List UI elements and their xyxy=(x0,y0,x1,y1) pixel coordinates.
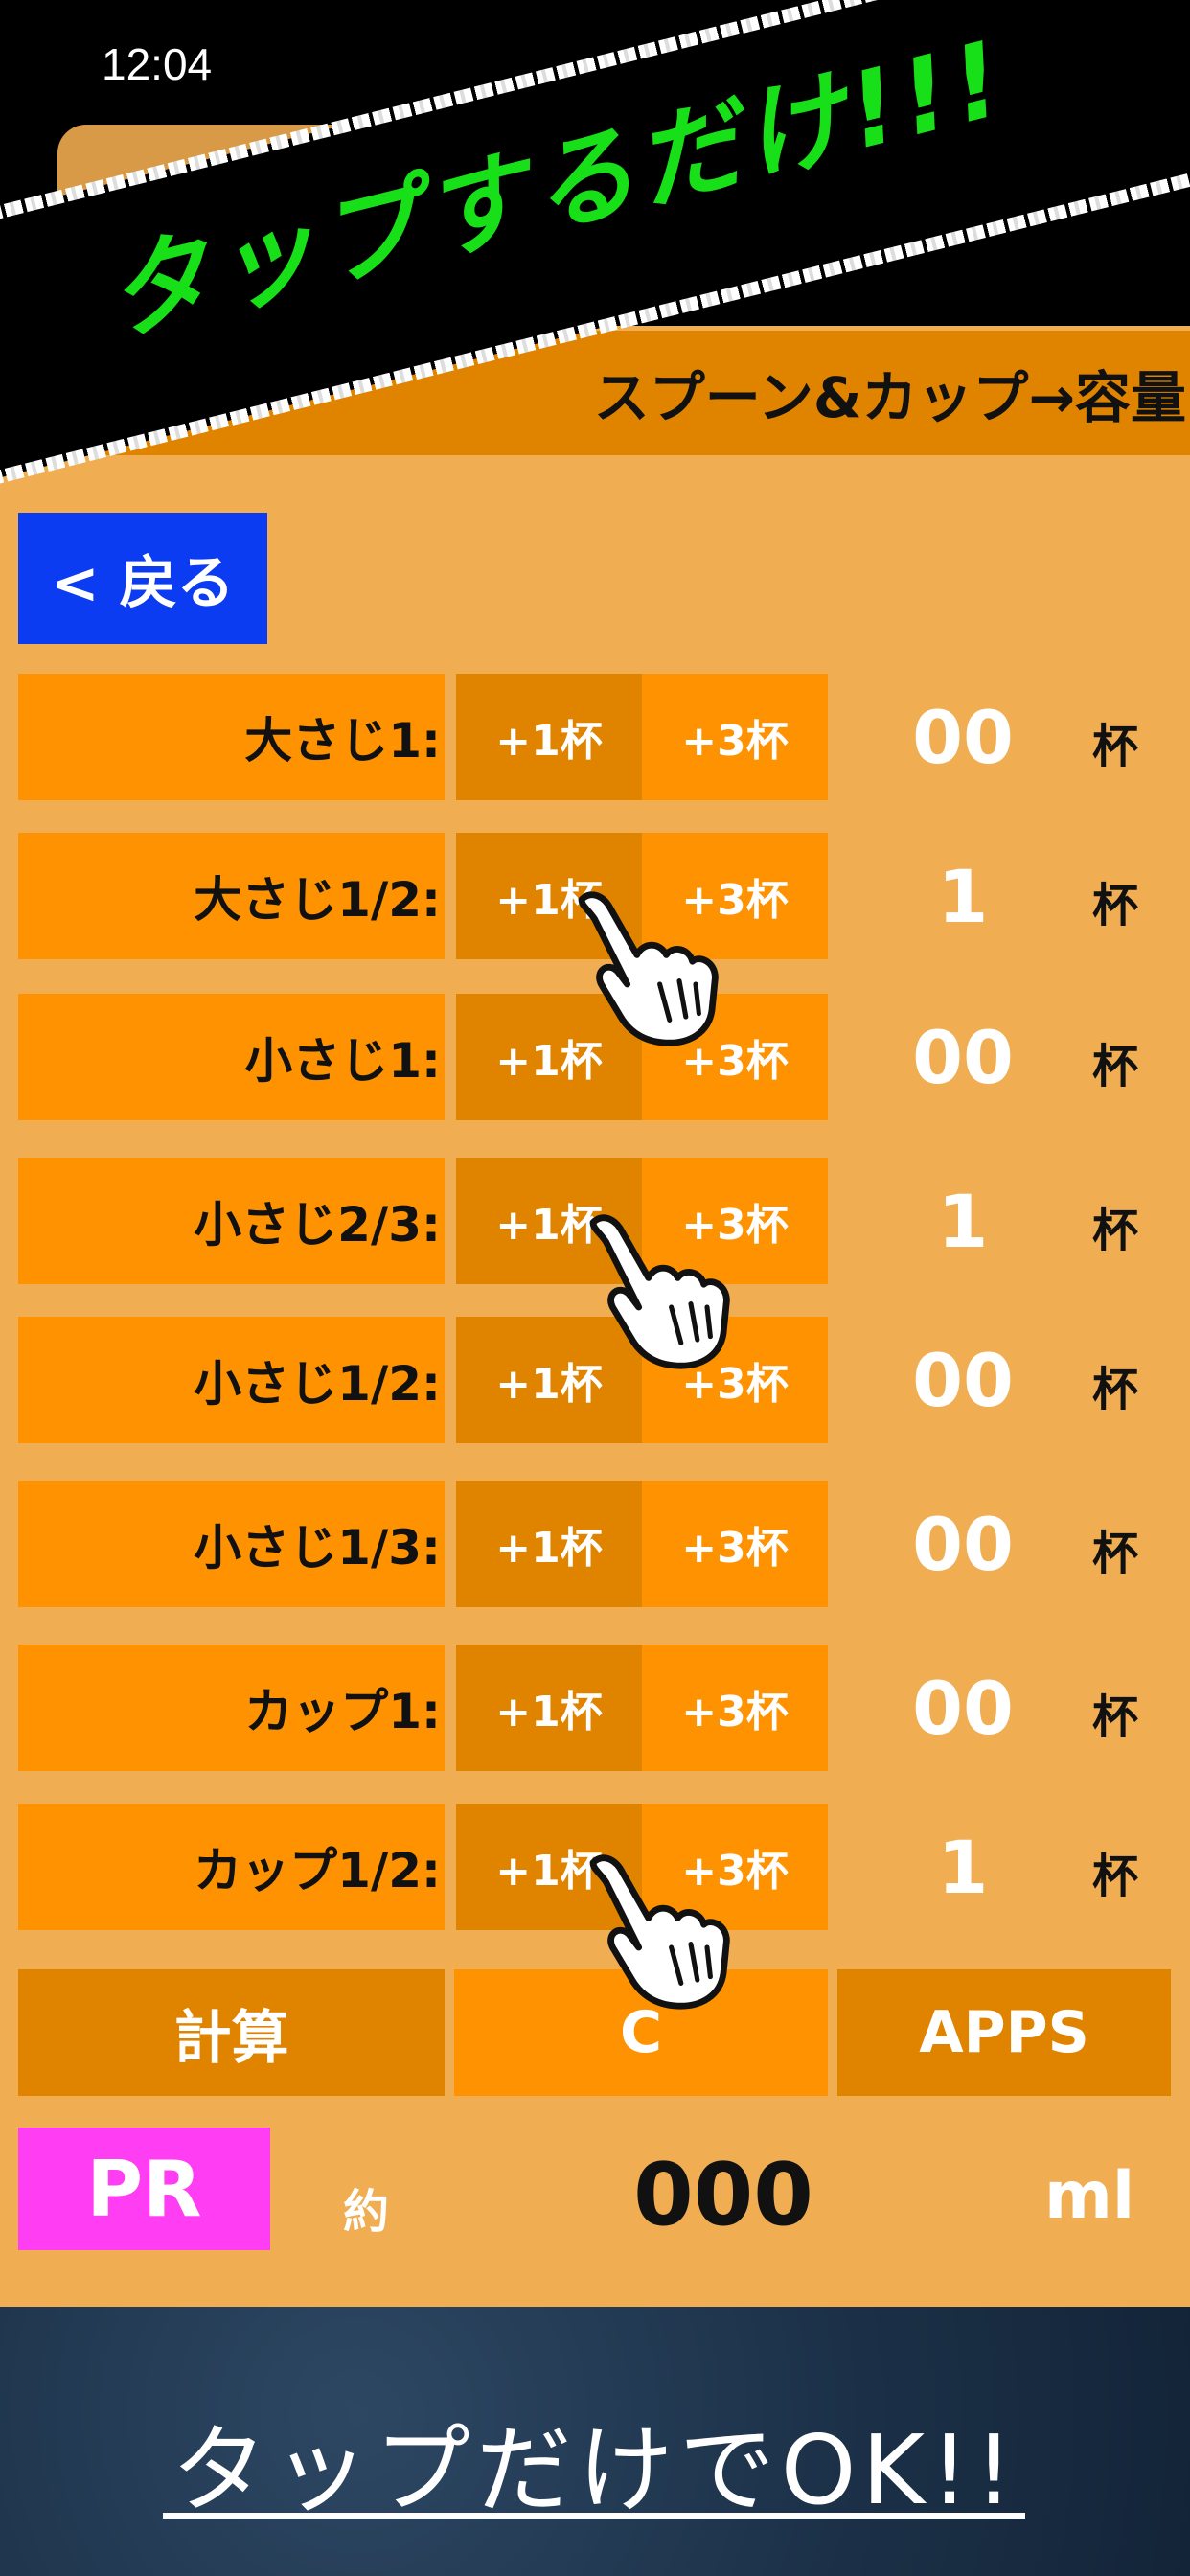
row-count: 00 xyxy=(912,1337,1014,1423)
status-time: 12:04 xyxy=(102,39,213,89)
row-label: 大さじ1: xyxy=(18,674,445,800)
row-tbsp-1: 大さじ1: +1杯 +3杯 00 杯 xyxy=(0,674,1190,800)
row-count: 1 xyxy=(937,1178,989,1264)
row-label: 小さじ1/2: xyxy=(18,1317,445,1443)
row-tsp-third: 小さじ1/3: +1杯 +3杯 00 杯 xyxy=(0,1481,1190,1607)
row-unit: 杯 xyxy=(1092,1040,1139,1093)
plus3-button[interactable]: +3杯 xyxy=(642,1644,828,1771)
back-button[interactable]: < 戻る xyxy=(18,513,267,644)
plus1-button[interactable]: +1杯 xyxy=(456,1644,642,1771)
row-label: 小さじ1/3: xyxy=(18,1481,445,1607)
row-count: 1 xyxy=(937,1824,989,1910)
row-label: 大さじ1/2: xyxy=(18,833,445,959)
tap-hand-icon xyxy=(589,1854,730,2010)
tap-hand-icon xyxy=(578,891,719,1046)
row-label: カップ1: xyxy=(18,1644,445,1771)
result-unit: ml xyxy=(1044,2158,1135,2234)
row-label: 小さじ1: xyxy=(18,994,445,1120)
row-cup-1: カップ1: +1杯 +3杯 00 杯 xyxy=(0,1644,1190,1771)
row-count: 00 xyxy=(912,1665,1014,1751)
footer-text: タップだけでOK!! xyxy=(171,2414,1019,2526)
row-unit: 杯 xyxy=(1092,1204,1139,1257)
row-unit: 杯 xyxy=(1092,720,1139,773)
plus1-button[interactable]: +1杯 xyxy=(456,1481,642,1607)
row-count: 00 xyxy=(912,1014,1014,1100)
row-unit: 杯 xyxy=(1092,1363,1139,1416)
plus1-button[interactable]: +1杯 xyxy=(456,674,642,800)
row-unit: 杯 xyxy=(1092,879,1139,932)
apps-button[interactable]: APPS xyxy=(837,1969,1171,2096)
page-title: スプーン&カップ→容量 xyxy=(593,365,1186,430)
result-value: 000 xyxy=(633,2145,813,2245)
pr-button[interactable]: PR xyxy=(18,2128,270,2250)
footer-underline xyxy=(163,2513,1025,2518)
calculate-button[interactable]: 計算 xyxy=(18,1969,445,2096)
plus3-button[interactable]: +3杯 xyxy=(642,1481,828,1607)
approx-label: 約 xyxy=(343,2185,390,2239)
plus3-button[interactable]: +3杯 xyxy=(642,674,828,800)
row-label: カップ1/2: xyxy=(18,1804,445,1930)
row-unit: 杯 xyxy=(1092,1527,1139,1580)
row-label: 小さじ2/3: xyxy=(18,1158,445,1284)
row-count: 00 xyxy=(912,694,1014,780)
row-unit: 杯 xyxy=(1092,1690,1139,1744)
row-unit: 杯 xyxy=(1092,1850,1139,1903)
row-count: 1 xyxy=(937,853,989,939)
tap-hand-icon xyxy=(589,1214,730,1369)
row-count: 00 xyxy=(912,1501,1014,1587)
